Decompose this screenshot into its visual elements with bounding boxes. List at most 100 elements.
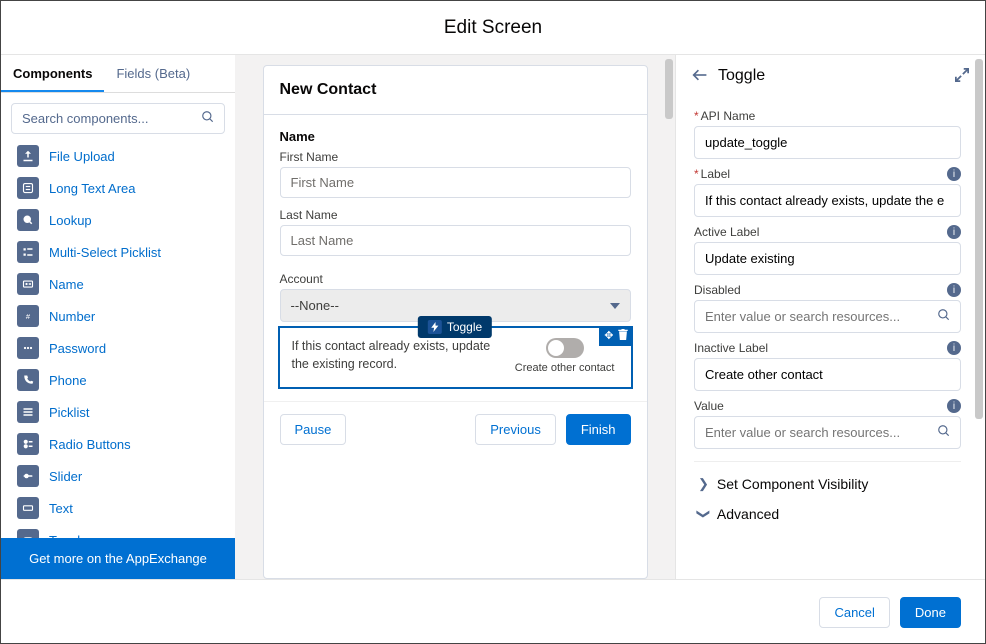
left-panel: Components Fields (Beta) File Upload Long…: [1, 55, 235, 579]
svg-text:#: #: [26, 312, 31, 321]
right-panel-header: Toggle: [676, 55, 985, 97]
tab-fields[interactable]: Fields (Beta): [104, 55, 202, 92]
label-label: *Labeli: [694, 167, 961, 181]
inactive-label-input[interactable]: [694, 358, 961, 391]
advanced-section[interactable]: ❯ Advanced: [694, 498, 961, 528]
finish-button[interactable]: Finish: [566, 414, 631, 445]
advanced-section-label: Advanced: [717, 506, 779, 522]
component-item-lookup[interactable]: Lookup: [13, 204, 231, 236]
account-label: Account: [280, 272, 631, 286]
back-icon[interactable]: [692, 69, 708, 84]
text-icon: [17, 497, 39, 519]
component-item-multi-select-picklist[interactable]: Multi-Select Picklist: [13, 236, 231, 268]
done-button[interactable]: Done: [900, 597, 961, 628]
info-icon[interactable]: i: [947, 225, 961, 239]
right-panel: Toggle *API Name *Labeli Active Labeli D…: [675, 55, 985, 579]
inactive-label-label: Inactive Labeli: [694, 341, 961, 355]
component-label: Number: [49, 309, 95, 324]
canvas-scrollbar[interactable]: [665, 59, 673, 119]
file-upload-icon: [17, 145, 39, 167]
component-actions: ✥: [599, 326, 632, 346]
selected-toggle-component[interactable]: Toggle ✥ If this contact already exists,…: [278, 326, 633, 389]
disabled-input[interactable]: [694, 300, 961, 333]
screen-footer: Pause Previous Finish: [264, 401, 647, 461]
right-panel-body: *API Name *Labeli Active Labeli Disabled…: [676, 97, 985, 538]
screen-body: Name First Name Last Name Account --None…: [264, 115, 647, 397]
lookup-icon: [17, 209, 39, 231]
appexchange-button[interactable]: Get more on the AppExchange: [1, 538, 235, 579]
search-icon: [201, 110, 215, 127]
component-item-password[interactable]: Password: [13, 332, 231, 364]
component-label: Radio Buttons: [49, 437, 131, 452]
left-tabs: Components Fields (Beta): [1, 55, 235, 93]
search-input[interactable]: [11, 103, 225, 134]
component-item-number[interactable]: # Number: [13, 300, 231, 332]
chevron-right-icon: ❯: [698, 476, 709, 492]
pause-button[interactable]: Pause: [280, 414, 347, 445]
window-title: Edit Screen: [1, 1, 985, 55]
radio-icon: [17, 433, 39, 455]
cancel-button[interactable]: Cancel: [819, 597, 889, 628]
title-text: Edit Screen: [444, 17, 542, 39]
component-label: Slider: [49, 469, 82, 484]
active-label-input[interactable]: [694, 242, 961, 275]
component-list[interactable]: File Upload Long Text Area Lookup Multi-Sel…: [1, 140, 235, 538]
chevron-down-icon: [610, 303, 620, 309]
component-label: Multi-Select Picklist: [49, 245, 161, 260]
visibility-section[interactable]: ❯ Set Component Visibility: [694, 461, 961, 498]
right-scrollbar[interactable]: [975, 59, 983, 419]
canvas-area: New Contact Name First Name Last Name Ac…: [235, 55, 675, 579]
first-name-input[interactable]: [280, 167, 631, 198]
component-type-pill: Toggle: [418, 316, 492, 338]
info-icon[interactable]: i: [947, 341, 961, 355]
main-layout: Components Fields (Beta) File Upload Long…: [1, 55, 985, 579]
component-label: Text: [49, 501, 73, 516]
lightning-icon: [428, 320, 442, 334]
name-group-label: Name: [280, 129, 631, 144]
component-label: Lookup: [49, 213, 92, 228]
component-item-slider[interactable]: Slider: [13, 460, 231, 492]
toggle-switch[interactable]: [546, 338, 584, 358]
search-icon: [937, 424, 951, 441]
info-icon[interactable]: i: [947, 399, 961, 413]
toggle-label-text: If this contact already exists, update t…: [292, 338, 501, 373]
multiselect-icon: [17, 241, 39, 263]
screen-title: New Contact: [264, 66, 647, 115]
expand-icon[interactable]: [955, 68, 969, 85]
phone-icon: [17, 369, 39, 391]
value-label: Valuei: [694, 399, 961, 413]
delete-icon[interactable]: [618, 329, 628, 343]
chevron-down-icon: ❯: [695, 509, 711, 520]
previous-button[interactable]: Previous: [475, 414, 556, 445]
long-text-icon: [17, 177, 39, 199]
picklist-icon: [17, 401, 39, 423]
api-name-input[interactable]: [694, 126, 961, 159]
component-item-text[interactable]: Text: [13, 492, 231, 524]
component-item-phone[interactable]: Phone: [13, 364, 231, 396]
component-item-toggle[interactable]: Toggle: [13, 524, 231, 538]
component-item-long-text-area[interactable]: Long Text Area: [13, 172, 231, 204]
label-input[interactable]: [694, 184, 961, 217]
info-icon[interactable]: i: [947, 167, 961, 181]
last-name-input[interactable]: [280, 225, 631, 256]
number-icon: #: [17, 305, 39, 327]
right-panel-title: Toggle: [718, 67, 765, 85]
value-input[interactable]: [694, 416, 961, 449]
pill-label: Toggle: [447, 320, 482, 334]
component-item-radio-buttons[interactable]: Radio Buttons: [13, 428, 231, 460]
component-label: Name: [49, 277, 84, 292]
tab-components[interactable]: Components: [1, 55, 104, 92]
component-label: Long Text Area: [49, 181, 136, 196]
move-icon[interactable]: ✥: [604, 329, 613, 343]
component-item-picklist[interactable]: Picklist: [13, 396, 231, 428]
component-item-name[interactable]: Name: [13, 268, 231, 300]
info-icon[interactable]: i: [947, 283, 961, 297]
toggle-thumb: [548, 340, 564, 356]
bottom-bar: Cancel Done: [1, 579, 985, 644]
first-name-label: First Name: [280, 150, 631, 164]
search-icon: [937, 308, 951, 325]
password-icon: [17, 337, 39, 359]
component-item-file-upload[interactable]: File Upload: [13, 140, 231, 172]
disabled-label: Disabledi: [694, 283, 961, 297]
toggle-icon: [17, 529, 39, 538]
